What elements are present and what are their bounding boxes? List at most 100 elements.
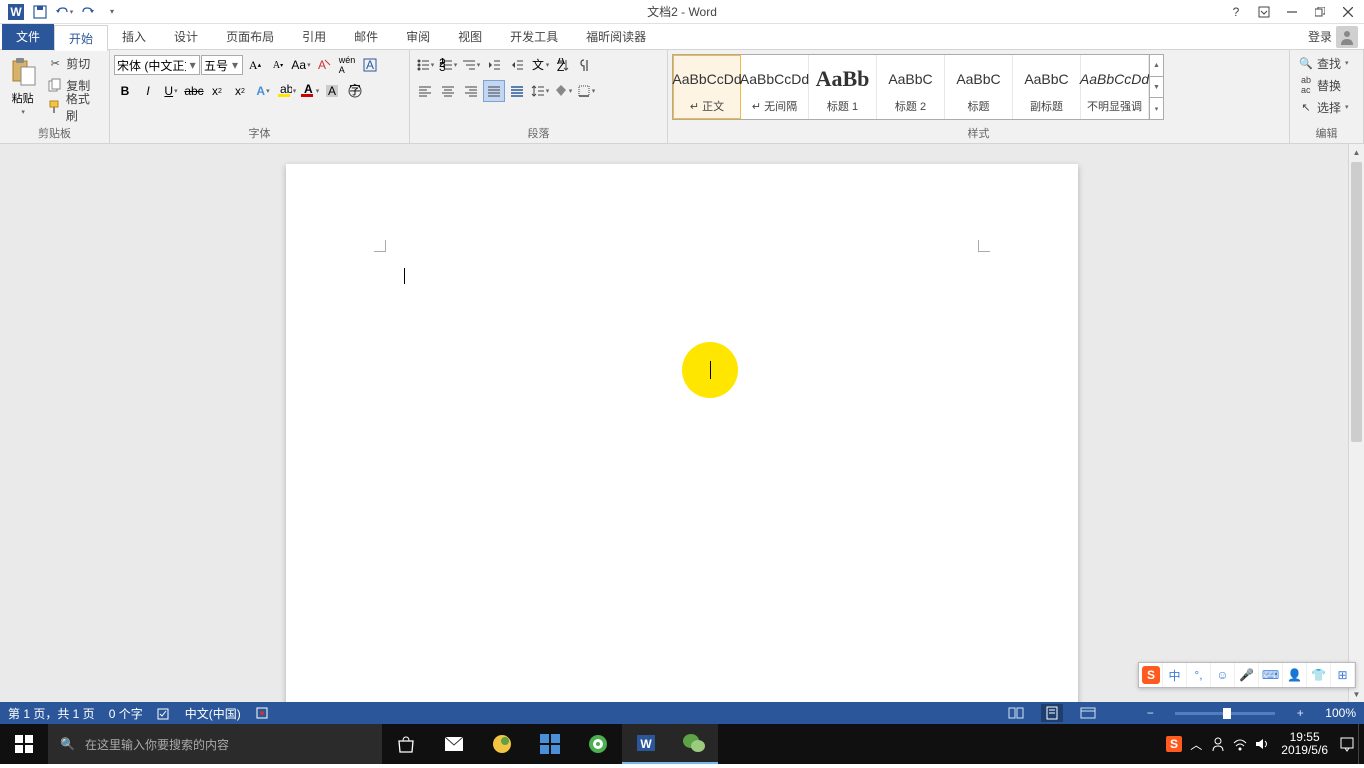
ime-toolbox-button[interactable]: 👕 — [1307, 663, 1331, 687]
style-item[interactable]: AaBbC标题 — [945, 55, 1013, 119]
ime-skin-button[interactable]: 👤 — [1283, 663, 1307, 687]
gallery-spinner[interactable]: ▲▼▾ — [1149, 55, 1163, 119]
phonetic-guide-button[interactable]: wénA — [336, 54, 358, 76]
taskbar-app2[interactable] — [526, 724, 574, 764]
start-button[interactable] — [0, 724, 48, 764]
ime-settings-button[interactable]: ⊞ — [1331, 663, 1355, 687]
tray-overflow[interactable]: ︿ — [1185, 724, 1207, 764]
taskbar-app1[interactable] — [478, 724, 526, 764]
taskbar-store[interactable] — [382, 724, 430, 764]
vertical-scrollbar[interactable]: ▲ ▼ — [1348, 144, 1364, 702]
save-button[interactable] — [28, 2, 52, 22]
tray-wifi[interactable] — [1229, 724, 1251, 764]
view-print-button[interactable] — [1041, 704, 1063, 722]
ime-lang-button[interactable]: 中 — [1163, 663, 1187, 687]
find-button[interactable]: 🔍查找▾ — [1294, 52, 1353, 74]
subscript-button[interactable]: x2 — [206, 80, 228, 102]
style-item[interactable]: AaBbCcDd↵ 正文 — [673, 55, 741, 119]
tray-sogou[interactable]: S — [1163, 724, 1185, 764]
font-name-combo[interactable]: 宋体 (中文正文▾ — [114, 55, 200, 75]
style-item[interactable]: AaBbC副标题 — [1013, 55, 1081, 119]
tab-view[interactable]: 视图 — [444, 24, 496, 50]
grow-font-button[interactable]: A▴ — [244, 54, 266, 76]
tray-notifications[interactable] — [1336, 724, 1358, 764]
decrease-indent-button[interactable] — [483, 54, 505, 76]
view-web-button[interactable] — [1077, 704, 1099, 722]
style-item[interactable]: AaBbCcDd不明显强调 — [1081, 55, 1149, 119]
borders-button[interactable]: ▾ — [575, 80, 597, 102]
cut-button[interactable]: ✂剪切 — [43, 52, 105, 74]
bullets-button[interactable]: ▾ — [414, 54, 436, 76]
style-item[interactable]: AaBbC标题 2 — [877, 55, 945, 119]
asian-layout-button[interactable]: 文▾ — [529, 54, 551, 76]
view-read-button[interactable] — [1005, 704, 1027, 722]
format-painter-button[interactable]: 格式刷 — [43, 96, 105, 118]
numbering-button[interactable]: 123▾ — [437, 54, 459, 76]
superscript-button[interactable]: x2 — [229, 80, 251, 102]
increase-indent-button[interactable] — [506, 54, 528, 76]
align-right-button[interactable] — [460, 80, 482, 102]
minimize-button[interactable] — [1280, 2, 1304, 22]
ime-emoji-button[interactable]: ☺ — [1211, 663, 1235, 687]
scroll-up-button[interactable]: ▲ — [1349, 144, 1364, 160]
tab-insert[interactable]: 插入 — [108, 24, 160, 50]
scroll-thumb[interactable] — [1351, 162, 1362, 442]
tab-review[interactable]: 审阅 — [392, 24, 444, 50]
shrink-font-button[interactable]: A▾ — [267, 54, 289, 76]
highlight-button[interactable]: ab▾ — [275, 80, 297, 102]
page[interactable] — [286, 164, 1078, 702]
font-color-button[interactable]: A▾ — [298, 80, 320, 102]
help-button[interactable]: ? — [1224, 2, 1248, 22]
undo-button[interactable]: ▾ — [52, 2, 76, 22]
shading-button[interactable]: ▾ — [552, 80, 574, 102]
tab-mailings[interactable]: 邮件 — [340, 24, 392, 50]
sogou-icon[interactable]: S — [1139, 663, 1163, 687]
zoom-thumb[interactable] — [1223, 708, 1231, 719]
align-left-button[interactable] — [414, 80, 436, 102]
clear-format-button[interactable]: A — [313, 54, 335, 76]
ime-keyboard-button[interactable]: ⌨ — [1259, 663, 1283, 687]
zoom-in-button[interactable]: + — [1289, 704, 1311, 722]
zoom-out-button[interactable]: − — [1139, 704, 1161, 722]
taskbar-mail[interactable] — [430, 724, 478, 764]
zoom-level[interactable]: 100% — [1325, 706, 1356, 720]
paste-button[interactable]: 粘贴 ▾ — [4, 52, 41, 116]
tab-design[interactable]: 设计 — [160, 24, 212, 50]
change-case-button[interactable]: Aa▾ — [290, 54, 312, 76]
style-item[interactable]: AaBb标题 1 — [809, 55, 877, 119]
status-page[interactable]: 第 1 页，共 1 页 — [8, 705, 95, 722]
ribbon-toggle-button[interactable] — [1252, 2, 1276, 22]
styles-gallery[interactable]: AaBbCcDd↵ 正文AaBbCcDd↵ 无间隔AaBb标题 1AaBbC标题… — [672, 54, 1164, 120]
text-effects-button[interactable]: A▾ — [252, 80, 274, 102]
document-area[interactable]: ▲ ▼ S 中 °, ☺ 🎤 ⌨ 👤 👕 ⊞ — [0, 144, 1364, 702]
zoom-slider[interactable] — [1175, 712, 1275, 715]
scroll-down-button[interactable]: ▼ — [1349, 686, 1364, 702]
taskbar-360[interactable] — [574, 724, 622, 764]
tab-developer[interactable]: 开发工具 — [496, 24, 572, 50]
align-center-button[interactable] — [437, 80, 459, 102]
show-marks-button[interactable] — [575, 54, 597, 76]
char-border-button[interactable]: A — [359, 54, 381, 76]
status-proofing[interactable] — [157, 706, 171, 720]
sort-button[interactable]: AZ — [552, 54, 574, 76]
multilevel-button[interactable]: ▾ — [460, 54, 482, 76]
tray-volume[interactable] — [1251, 724, 1273, 764]
ime-toolbar[interactable]: S 中 °, ☺ 🎤 ⌨ 👤 👕 ⊞ — [1138, 662, 1356, 688]
status-wordcount[interactable]: 0 个字 — [109, 705, 143, 722]
close-button[interactable] — [1336, 2, 1360, 22]
redo-button[interactable] — [76, 2, 100, 22]
tray-clock[interactable]: 19:55 2019/5/6 — [1273, 731, 1336, 757]
enclose-char-button[interactable]: 字 — [344, 80, 366, 102]
status-language[interactable]: 中文(中国) — [185, 705, 241, 722]
tab-file[interactable]: 文件 — [2, 24, 54, 50]
ime-punct-button[interactable]: °, — [1187, 663, 1211, 687]
line-spacing-button[interactable]: ▾ — [529, 80, 551, 102]
taskbar-search[interactable]: 🔍 在这里输入你要搜索的内容 — [48, 724, 382, 764]
bold-button[interactable]: B — [114, 80, 136, 102]
justify-button[interactable] — [483, 80, 505, 102]
avatar[interactable] — [1336, 26, 1358, 48]
distributed-button[interactable] — [506, 80, 528, 102]
maximize-button[interactable] — [1308, 2, 1332, 22]
tab-references[interactable]: 引用 — [288, 24, 340, 50]
select-button[interactable]: ↖选择▾ — [1294, 96, 1353, 118]
